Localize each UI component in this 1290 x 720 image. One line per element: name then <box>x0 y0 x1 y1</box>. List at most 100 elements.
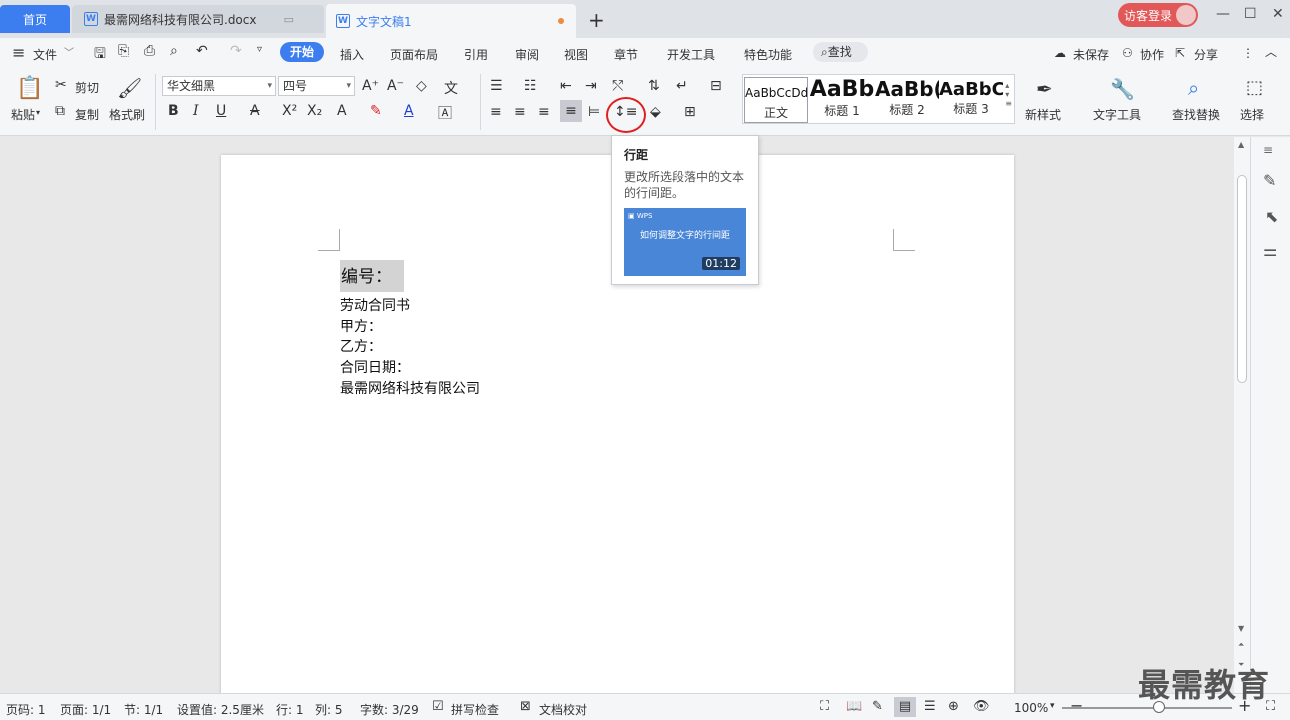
tutorial-video-thumbnail[interactable]: ▣ WPS 如何调整文字的行间距 01:12 <box>624 208 746 276</box>
maximize-button[interactable]: ☐ <box>1244 6 1257 22</box>
doc-line-number[interactable]: 编号： <box>340 260 404 292</box>
more-icon[interactable]: ⋮ <box>1242 46 1254 60</box>
highlight-icon[interactable]: ✎ <box>370 103 382 119</box>
text-tools-button[interactable]: 文字工具 <box>1093 106 1141 123</box>
web-view-icon[interactable]: ⊕ <box>948 699 959 714</box>
hamburger-icon[interactable]: ≡ <box>12 43 25 62</box>
align-center-icon[interactable]: ≡ <box>514 104 526 120</box>
scroll-up-icon[interactable]: ▲ <box>1238 140 1244 149</box>
close-button[interactable]: ✕ <box>1272 6 1284 22</box>
copy-button[interactable]: 复制 <box>75 106 99 123</box>
paste-button[interactable]: 粘贴 <box>11 106 35 123</box>
font-size-select[interactable]: 四号 <box>278 76 355 96</box>
search-button[interactable]: ⌕查找 <box>813 42 868 62</box>
clear-format-icon[interactable]: ◇ <box>416 78 427 94</box>
status-setting[interactable]: 设置值: 2.5厘米 <box>177 701 264 718</box>
char-border-icon[interactable]: 🄰 <box>438 103 452 123</box>
redo-icon[interactable]: ↷ <box>230 43 242 59</box>
doc-check-button[interactable]: 文档校对 <box>539 701 587 718</box>
pen-icon[interactable]: ✎ <box>1263 171 1276 190</box>
collapse-ribbon-icon[interactable]: ︿ <box>1265 43 1277 60</box>
italic-icon[interactable]: I <box>193 103 199 119</box>
justify-icon[interactable]: ≡ <box>560 100 582 122</box>
menu-developer-tools[interactable]: 开发工具 <box>667 46 715 63</box>
style-heading-2[interactable]: AaBb(标题 2 <box>875 77 939 123</box>
settings-sliders-icon[interactable]: ⚌ <box>1263 241 1277 260</box>
menu-page-layout[interactable]: 页面布局 <box>390 46 438 63</box>
eye-protection-icon[interactable]: 👁 <box>973 699 990 714</box>
status-word-count[interactable]: 字数: 3/29 <box>360 701 419 718</box>
shading-icon[interactable]: ⬙ <box>650 104 661 120</box>
login-button[interactable]: 访客登录 <box>1118 3 1198 27</box>
style-heading-1[interactable]: AaBb 标题 1 <box>809 77 875 123</box>
borders-icon[interactable]: ⊞ <box>684 104 696 120</box>
menu-file[interactable]: 文件 <box>33 46 57 63</box>
undo-icon[interactable]: ↶ <box>196 43 208 59</box>
read-mode-icon[interactable]: 📖 <box>846 699 862 714</box>
align-right-icon[interactable]: ≡ <box>538 104 550 120</box>
style-scroll-icon[interactable]: ▴ ▾ ≡ <box>1005 81 1012 108</box>
menu-special-features[interactable]: 特色功能 <box>744 46 792 63</box>
grow-font-icon[interactable]: A⁺ <box>362 78 379 94</box>
scrollbar-thumb[interactable] <box>1237 175 1247 383</box>
decrease-indent-icon[interactable]: ⇤ <box>560 78 572 94</box>
menu-start[interactable]: 开始 <box>280 42 324 62</box>
preview-icon[interactable]: ⌕ <box>170 43 178 59</box>
status-section[interactable]: 节: 1/1 <box>124 701 163 718</box>
cut-button[interactable]: 剪切 <box>75 79 99 96</box>
status-page-number[interactable]: 页码: 1 <box>6 701 46 718</box>
fullscreen-icon[interactable]: ⛶ <box>820 699 829 714</box>
status-col[interactable]: 列: 5 <box>315 701 343 718</box>
paste-dropdown-icon[interactable]: ▾ <box>36 108 40 117</box>
share-button[interactable]: 分享 <box>1194 46 1218 63</box>
prev-page-icon[interactable]: ⏶ <box>1238 640 1244 650</box>
quick-access-dropdown-icon[interactable]: ▿ <box>257 44 262 55</box>
increase-indent-icon[interactable]: ⇥ <box>585 78 597 94</box>
doc-line-company[interactable]: 最需网络科技有限公司 <box>340 378 480 398</box>
doc-line-date[interactable]: 合同日期： <box>340 357 410 377</box>
bullet-list-icon[interactable]: ☰ <box>490 78 503 94</box>
find-replace-button[interactable]: 查找替换 <box>1172 106 1220 123</box>
tab-document-2[interactable]: W 文字文稿1 <box>326 4 576 38</box>
bold-icon[interactable]: B <box>168 103 179 119</box>
print-icon[interactable]: ⎙ <box>144 43 155 59</box>
new-style-button[interactable]: 新样式 <box>1025 106 1061 123</box>
format-painter-button[interactable]: 格式刷 <box>109 106 145 123</box>
show-marks-icon[interactable]: ↵ <box>676 78 688 94</box>
strikethrough-icon[interactable]: A <box>250 103 260 119</box>
scroll-down-icon[interactable]: ▼ <box>1238 624 1244 633</box>
shrink-font-icon[interactable]: A⁻ <box>387 78 404 94</box>
zoom-slider[interactable] <box>1062 707 1232 709</box>
font-name-select[interactable]: 华文细黑 <box>162 76 276 96</box>
outline-view-icon[interactable]: ☰ <box>924 699 936 714</box>
align-left-icon[interactable]: ≡ <box>490 104 502 120</box>
save-icon[interactable]: 🖫 <box>94 43 106 67</box>
doc-line-party-a[interactable]: 甲方： <box>340 316 382 336</box>
sort-icon[interactable]: ⇅ <box>648 78 660 94</box>
phonetic-icon[interactable]: 文 <box>444 78 458 98</box>
cursor-icon[interactable]: ⬉ <box>1265 207 1278 226</box>
style-normal[interactable]: AaBbCcDd 正文 <box>744 77 808 123</box>
menu-review[interactable]: 审阅 <box>515 46 539 63</box>
zoom-level[interactable]: 100% <box>1014 701 1048 715</box>
ruler-icon[interactable]: ⊟ <box>710 78 722 94</box>
write-mode-icon[interactable]: ✎ <box>872 699 883 714</box>
superscript-icon[interactable]: X² <box>282 103 297 119</box>
minimize-button[interactable]: — <box>1216 6 1230 22</box>
numbered-list-icon[interactable]: ☷ <box>524 78 537 94</box>
chevron-down-icon[interactable]: ﹀ <box>64 44 74 59</box>
menu-references[interactable]: 引用 <box>464 46 488 63</box>
status-row[interactable]: 行: 1 <box>276 701 304 718</box>
paste-icon[interactable]: 📋 <box>16 76 43 101</box>
chinese-layout-icon[interactable]: ⤲ <box>612 78 623 94</box>
subscript-icon[interactable]: X₂ <box>307 103 322 119</box>
tab-home[interactable]: 首页 <box>0 5 70 33</box>
doc-line-title[interactable]: 劳动合同书 <box>340 295 410 315</box>
zoom-out-icon[interactable]: − <box>1070 696 1083 715</box>
collab-button[interactable]: 协作 <box>1140 46 1164 63</box>
doc-line-party-b[interactable]: 乙方： <box>340 336 382 356</box>
spell-check-button[interactable]: 拼写检查 <box>451 701 499 718</box>
distributed-align-icon[interactable]: ⊨ <box>588 104 600 120</box>
select-button[interactable]: 选择 <box>1240 106 1264 123</box>
monitor-icon[interactable]: ▭ <box>284 13 294 26</box>
